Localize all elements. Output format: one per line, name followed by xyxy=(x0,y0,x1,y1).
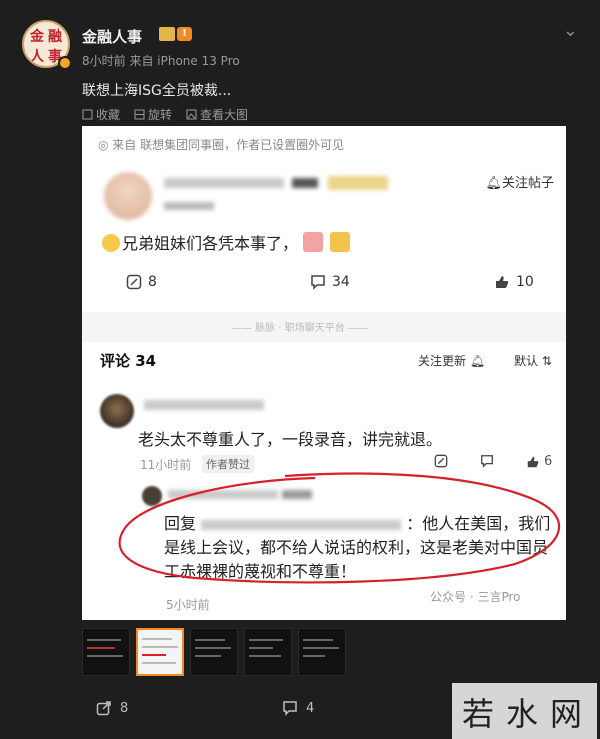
post-body: 兄弟姐妹们各凭本事了， xyxy=(102,230,352,254)
chevron-down-icon[interactable]: ⌄ xyxy=(563,20,578,41)
comment-count: 34 xyxy=(332,274,350,290)
reply-prefix: 回复 xyxy=(164,514,197,533)
avatar-char: 融 xyxy=(48,29,62,45)
laugh-emoji-icon xyxy=(102,234,120,252)
thumbnail[interactable] xyxy=(244,628,292,676)
like-count: 10 xyxy=(516,274,534,290)
follow-updates-button[interactable]: 关注更新 🔔︎ xyxy=(418,352,485,369)
verified-icon xyxy=(58,56,72,70)
follow-post-label: 关注帖子 xyxy=(501,176,554,191)
commenter-avatar[interactable] xyxy=(100,394,134,428)
post-stats: 8 34 10 xyxy=(82,274,566,298)
comment-repost-button[interactable] xyxy=(434,454,448,468)
collect-button[interactable]: 收藏 xyxy=(82,106,120,123)
sort-default-label: 默认 xyxy=(514,354,539,368)
blurred-name xyxy=(168,490,278,499)
site-watermark-text: 若水网 xyxy=(462,695,595,733)
watermark-text: 公众号 · 三言Pro xyxy=(430,590,521,604)
comment-stat[interactable]: 34 xyxy=(310,274,350,290)
collect-icon xyxy=(82,109,93,120)
rotate-button[interactable]: 旋转 xyxy=(134,106,172,123)
bell-icon: 🔔︎ xyxy=(466,354,486,368)
follow-updates-label: 关注更新 xyxy=(418,354,467,368)
thumbs-up-icon xyxy=(496,276,509,288)
share-icon xyxy=(96,701,111,716)
bell-icon: 🔔︎ xyxy=(485,176,502,191)
blurred-name xyxy=(292,178,318,188)
rotate-icon xyxy=(134,109,145,120)
image-thumbnails xyxy=(82,628,346,676)
thumbnail[interactable] xyxy=(298,628,346,676)
comment-text: 老头太不尊重人了，一段录音，讲完就退。 xyxy=(138,430,443,449)
level-badge: ! xyxy=(177,27,192,41)
view-large-button[interactable]: 查看大图 xyxy=(186,106,248,123)
embedded-screenshot[interactable]: ◎ 来自 联想集团同事圈，作者已设置圈外可见 🔔︎关注帖子 兄弟姐妹们各凭本事了… xyxy=(82,126,566,620)
sort-default-button[interactable]: 默认 ⇅ xyxy=(514,352,552,369)
repost-button[interactable]: 8 xyxy=(96,700,128,716)
blurred-name xyxy=(328,176,388,190)
edit-icon xyxy=(434,454,448,468)
reply-time: 5小时前 xyxy=(166,598,210,612)
sticker-icon xyxy=(303,232,324,252)
comment-icon xyxy=(481,455,493,468)
blurred-subtitle xyxy=(164,202,214,210)
post-text: 联想上海ISG全员被裁... xyxy=(82,83,232,99)
repost-count: 8 xyxy=(120,700,129,716)
site-watermark: 若水网 xyxy=(452,683,597,739)
comment-time: 11小时前 xyxy=(140,458,192,472)
reply-text: 回复 ：他人在美国，我们是线上会议，都不给人说话的权利，这是老美对中国员工赤裸裸… xyxy=(164,512,554,584)
comment-icon xyxy=(283,701,297,716)
comments-title: 评论 34 xyxy=(100,352,157,370)
comment-reply-button[interactable] xyxy=(480,454,494,468)
like-stat[interactable]: 10 xyxy=(494,274,534,290)
thumbnail[interactable] xyxy=(190,628,238,676)
sort-icon: ⇅ xyxy=(538,354,552,368)
poster-avatar xyxy=(104,172,152,220)
blurred-name xyxy=(282,490,312,499)
eye-icon: ◎ xyxy=(98,138,113,152)
image-actions: 收藏 旋转 查看大图 xyxy=(82,106,248,123)
source-text: 来自 联想集团同事圈，作者已设置圈外可见 xyxy=(112,138,345,152)
comment-like-count: 6 xyxy=(544,454,553,469)
repost-stat[interactable]: 8 xyxy=(126,274,157,290)
reply-avatar[interactable] xyxy=(142,486,162,506)
source-line: ◎ 来自 联想集团同事圈，作者已设置圈外可见 xyxy=(98,136,344,153)
post-header: 金 融 人 事 金融人事 ! 8小时前 来自 iPhone 13 Pro ⌄ xyxy=(22,20,582,80)
sticker-icon xyxy=(330,232,351,252)
author-liked-tag: 作者赞过 xyxy=(202,455,254,473)
follow-post-button[interactable]: 🔔︎关注帖子 xyxy=(485,172,554,191)
post-meta: 8小时前 来自 iPhone 13 Pro xyxy=(82,54,240,68)
collect-label: 收藏 xyxy=(96,108,121,122)
image-icon xyxy=(186,109,197,120)
post-body-text: 兄弟姐妹们各凭本事了， xyxy=(122,234,299,253)
thumbs-up-icon xyxy=(527,456,539,467)
comment-icon xyxy=(311,275,325,290)
divider-text: —— 脉脉 · 职场聊天平台 —— xyxy=(232,323,368,334)
comment-like-button[interactable]: 6 xyxy=(526,454,552,469)
crown-badge-icon xyxy=(159,27,175,41)
edit-icon xyxy=(126,274,142,290)
thumbnail[interactable] xyxy=(82,628,130,676)
rotate-label: 旋转 xyxy=(148,108,173,122)
blurred-name xyxy=(164,178,284,188)
comment-count: 4 xyxy=(306,700,315,716)
blurred-mention xyxy=(201,519,402,530)
avatar-char: 人 xyxy=(30,49,44,65)
comment-button[interactable]: 4 xyxy=(282,700,314,716)
blurred-name xyxy=(144,400,264,410)
repost-count: 8 xyxy=(148,274,157,290)
author-name[interactable]: 金融人事 xyxy=(82,26,142,47)
avatar-char: 金 xyxy=(30,29,44,45)
view-large-label: 查看大图 xyxy=(200,108,249,122)
thumbnail-active[interactable] xyxy=(136,628,184,676)
